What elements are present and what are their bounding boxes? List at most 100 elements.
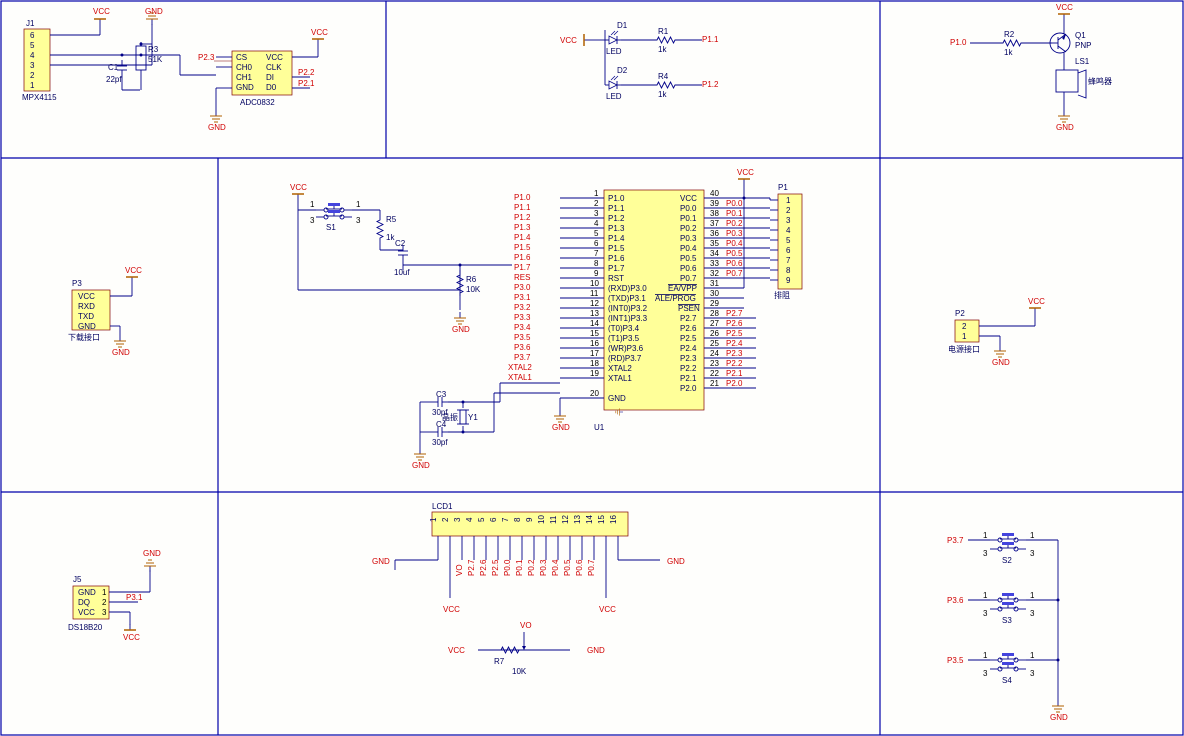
svg-text:R4: R4 (658, 72, 669, 81)
svg-text:晶振: 晶振 (442, 412, 458, 422)
svg-text:R7: R7 (494, 657, 505, 666)
svg-text:DS18B20: DS18B20 (68, 623, 103, 632)
svg-text:P3.7: P3.7 (947, 536, 964, 545)
svg-text:33: 33 (710, 259, 719, 268)
svg-text:P2.2: P2.2 (298, 68, 315, 77)
svg-text:24: 24 (710, 349, 719, 358)
block-p2-power: P2 2 1 电源接口 VCC GND (948, 297, 1045, 367)
svg-text:P3.2: P3.2 (514, 303, 531, 312)
svg-text:P0.0: P0.0 (503, 559, 512, 576)
svg-text:22: 22 (710, 369, 719, 378)
svg-text:P0.2: P0.2 (726, 219, 743, 228)
svg-text:P3.1: P3.1 (126, 593, 143, 602)
svg-text:2: 2 (962, 322, 967, 331)
svg-text:P0.6: P0.6 (680, 264, 697, 273)
svg-text:10uf: 10uf (394, 268, 410, 277)
svg-text:P0.0: P0.0 (726, 199, 743, 208)
svg-text:R1: R1 (658, 27, 669, 36)
svg-text:P3.0: P3.0 (514, 283, 531, 292)
lcd-nets: VO P2.7 P2.6 P2.5 P0.0 P0.1 P0.2 P0.3 P0… (438, 536, 618, 576)
svg-text:22pf: 22pf (106, 75, 122, 84)
svg-text:11: 11 (590, 289, 599, 298)
svg-text:2: 2 (594, 199, 599, 208)
svg-text:38: 38 (710, 209, 719, 218)
svg-text:11: 11 (549, 515, 558, 524)
svg-text:14: 14 (585, 515, 594, 524)
svg-text:10K: 10K (512, 667, 527, 676)
svg-text:P2.1: P2.1 (680, 374, 697, 383)
svg-text:9: 9 (594, 269, 599, 278)
svg-text:P1: P1 (778, 183, 788, 192)
svg-text:C2: C2 (395, 239, 406, 248)
svg-text:P2.3: P2.3 (198, 53, 215, 62)
svg-text:P0.1: P0.1 (515, 559, 524, 576)
svg-text:P0.7: P0.7 (587, 559, 596, 576)
svg-text:1: 1 (1030, 531, 1035, 540)
svg-text:P0.2: P0.2 (680, 224, 697, 233)
svg-text:RES: RES (514, 273, 530, 282)
svg-text:3: 3 (983, 609, 988, 618)
svg-text:P0.6: P0.6 (726, 259, 743, 268)
svg-text:P3.1: P3.1 (514, 293, 531, 302)
svg-text:VCC: VCC (448, 646, 465, 655)
svg-text:TXD: TXD (78, 312, 94, 321)
svg-text:1: 1 (429, 517, 438, 522)
svg-text:VO: VO (520, 621, 532, 630)
svg-text:VCC: VCC (599, 605, 616, 614)
svg-text:2: 2 (441, 517, 450, 522)
svg-text:4: 4 (786, 226, 791, 235)
svg-text:P1.2: P1.2 (514, 213, 531, 222)
svg-text:P1.5: P1.5 (608, 244, 625, 253)
svg-text:R3: R3 (148, 45, 159, 54)
svg-text:ADC0832: ADC0832 (240, 98, 275, 107)
svg-text:P1.0: P1.0 (608, 194, 625, 203)
svg-text:1: 1 (983, 591, 988, 600)
svg-text:GND: GND (608, 394, 626, 403)
svg-text:P0.5: P0.5 (726, 249, 743, 258)
svg-text:P2.5: P2.5 (726, 329, 743, 338)
svg-text:PNP: PNP (1075, 41, 1091, 50)
svg-text:29: 29 (710, 299, 719, 308)
svg-text:3: 3 (594, 209, 599, 218)
svg-text:P0.5: P0.5 (680, 254, 697, 263)
svg-text:P1.6: P1.6 (514, 253, 531, 262)
svg-text:LED: LED (606, 47, 622, 56)
svg-text:3: 3 (1030, 609, 1035, 618)
svg-text:8: 8 (786, 266, 791, 275)
svg-text:17: 17 (590, 349, 599, 358)
svg-text:12: 12 (561, 515, 570, 524)
svg-text:GND: GND (236, 83, 254, 92)
svg-text:35: 35 (710, 239, 719, 248)
svg-text:D1: D1 (617, 21, 628, 30)
svg-text:18: 18 (590, 359, 599, 368)
svg-text:23: 23 (710, 359, 719, 368)
svg-text:P2.6: P2.6 (479, 559, 488, 576)
svg-text:CS: CS (236, 53, 247, 62)
svg-text:13: 13 (573, 515, 582, 524)
svg-text:P2.4: P2.4 (680, 344, 697, 353)
svg-text:P1.3: P1.3 (514, 223, 531, 232)
svg-text:P2: P2 (955, 309, 965, 318)
svg-text:VCC: VCC (290, 183, 307, 192)
svg-text:P1.7: P1.7 (608, 264, 625, 273)
svg-text:P0.7: P0.7 (726, 269, 743, 278)
svg-text:P0.0: P0.0 (680, 204, 697, 213)
svg-text:3: 3 (1030, 669, 1035, 678)
svg-text:3: 3 (983, 549, 988, 558)
svg-text:3: 3 (983, 669, 988, 678)
svg-text:27: 27 (710, 319, 719, 328)
svg-text:P0.3: P0.3 (680, 234, 697, 243)
svg-text:VCC: VCC (123, 633, 140, 642)
svg-text:(INT1)P3.3: (INT1)P3.3 (608, 314, 648, 323)
svg-text:GND: GND (372, 557, 390, 566)
svg-text:6: 6 (30, 31, 35, 40)
svg-text:U1: U1 (594, 423, 605, 432)
block-ds18b20: J5 GND DQ VCC 1 2 3 DS18B20 GND P3.1 VCC (68, 549, 161, 642)
svg-text:P1.1: P1.1 (514, 203, 531, 212)
svg-text:37: 37 (710, 219, 719, 228)
svg-text:6: 6 (489, 517, 498, 522)
svg-text:DQ: DQ (78, 598, 90, 607)
svg-text:P1.3: P1.3 (608, 224, 625, 233)
svg-text:XTAL2: XTAL2 (608, 364, 632, 373)
svg-text:GND: GND (412, 461, 430, 470)
